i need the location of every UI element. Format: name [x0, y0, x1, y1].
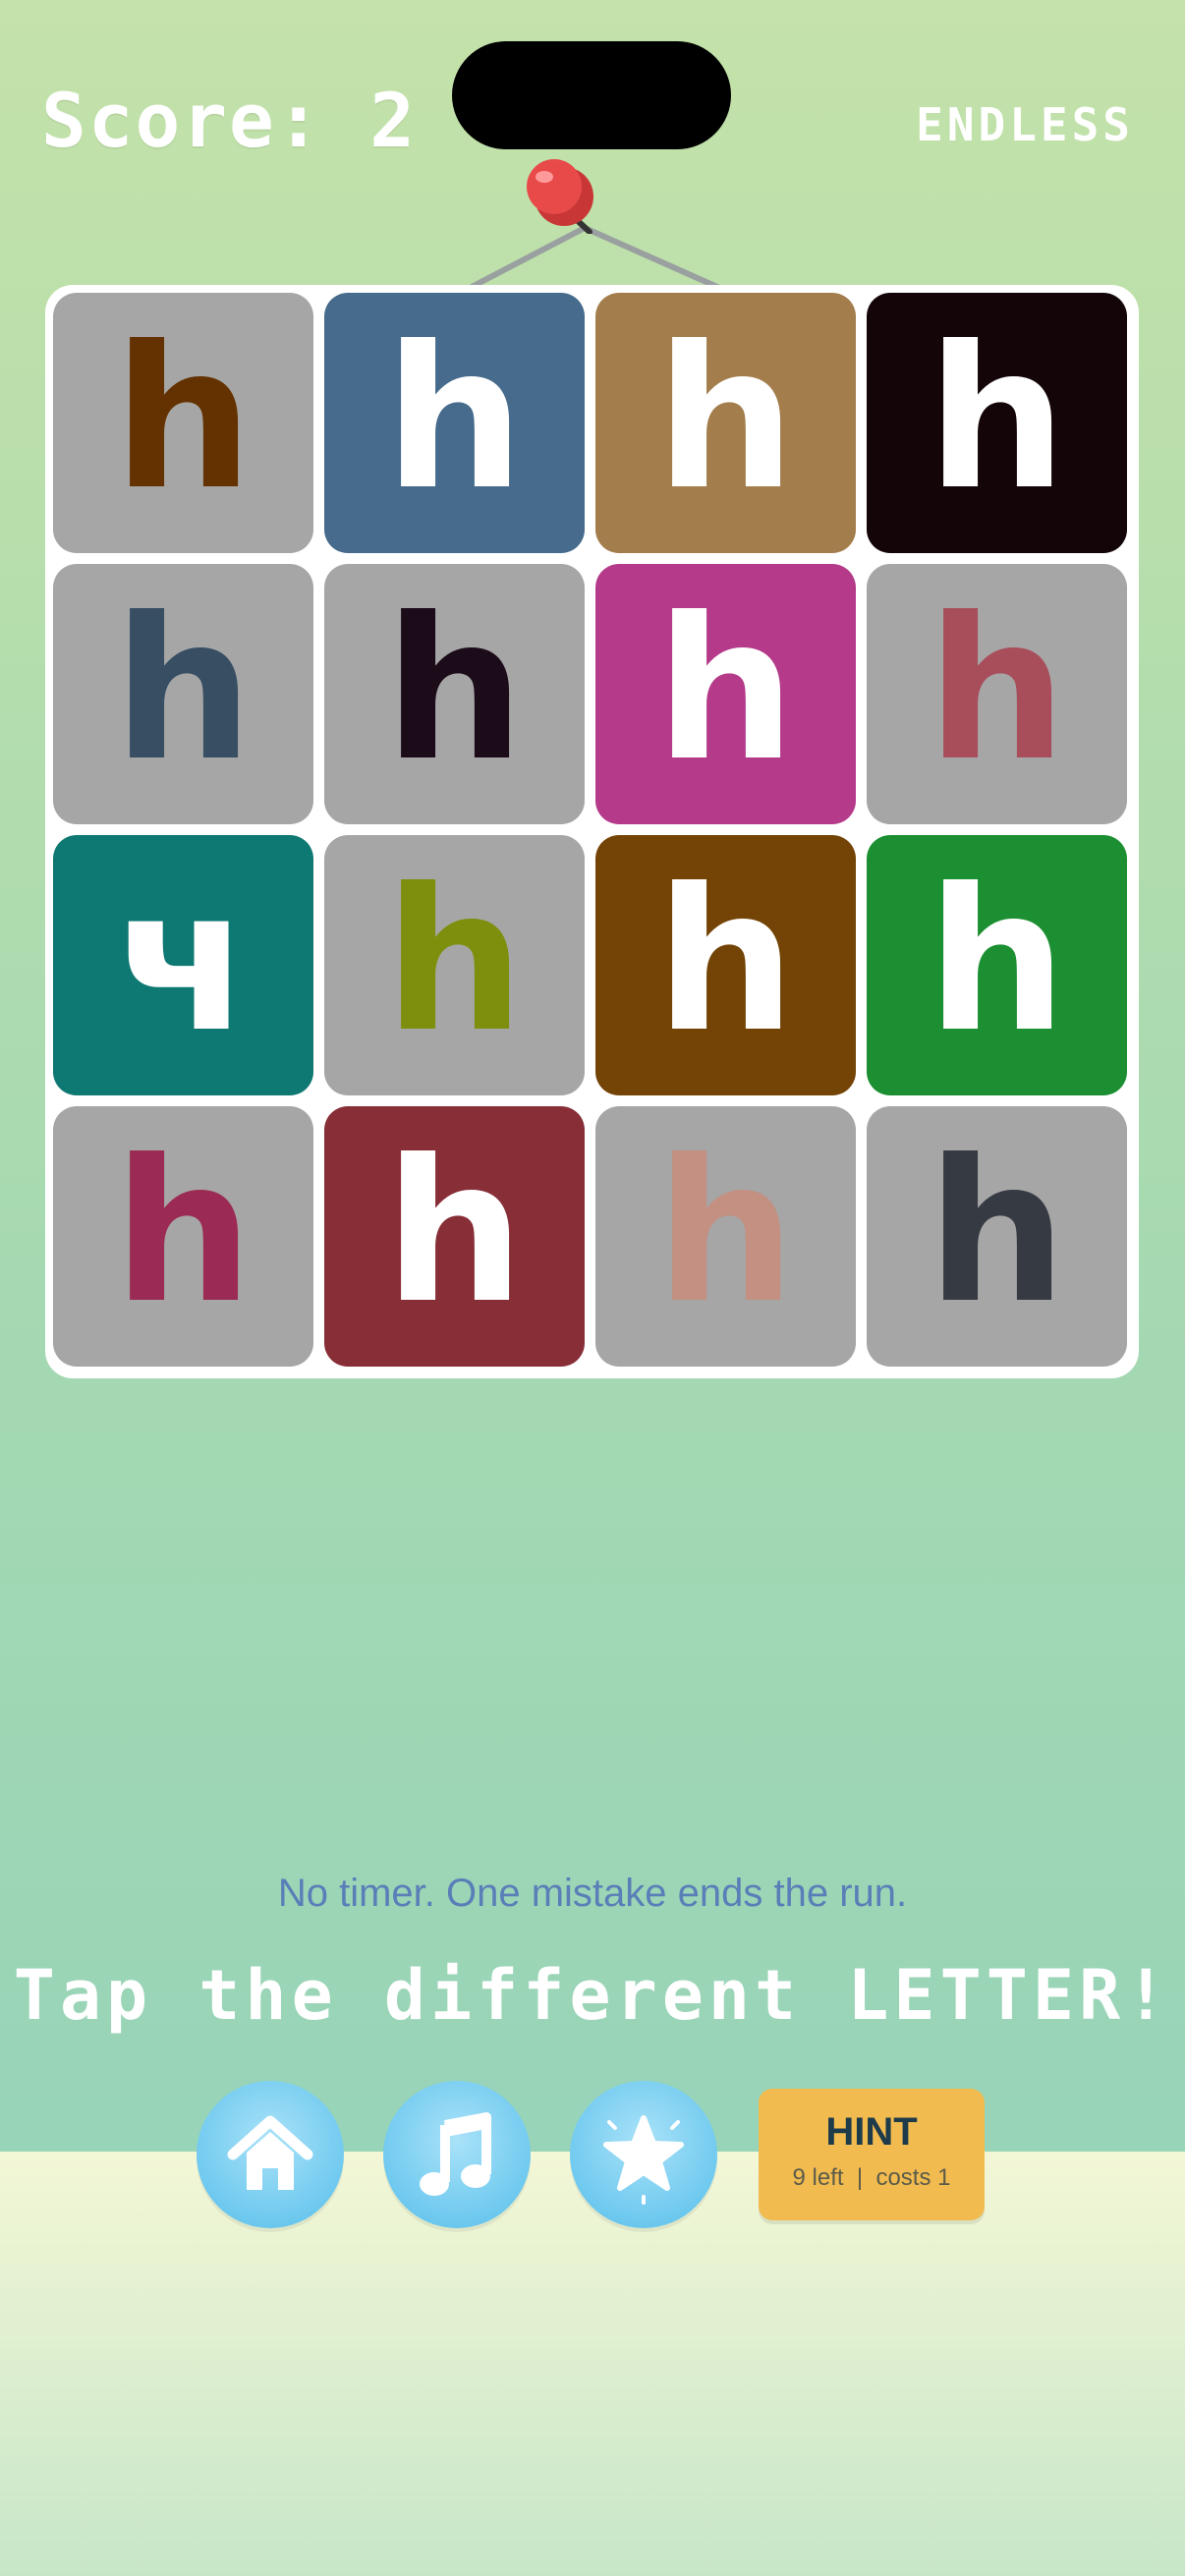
- tile-letter: h: [384, 304, 525, 533]
- prompt-text: Tap the different LETTER!: [13, 1955, 1172, 2036]
- tile-letter: h: [113, 1117, 254, 1347]
- tile-letter: h: [655, 1117, 796, 1347]
- letter-tile[interactable]: h: [324, 293, 585, 553]
- letter-tile[interactable]: h: [324, 835, 585, 1095]
- tile-letter: h: [384, 846, 525, 1076]
- score-label: Score: 2: [41, 77, 418, 164]
- hint-remaining: 9 left: [792, 2164, 844, 2191]
- tile-letter: h: [655, 575, 796, 805]
- letter-tile[interactable]: h: [595, 1106, 856, 1367]
- letter-tile[interactable]: h: [53, 564, 313, 824]
- mode-label: ENDLESS: [916, 98, 1134, 151]
- camera-notch: [452, 41, 731, 149]
- letter-tile[interactable]: h: [595, 293, 856, 553]
- tile-letter: h: [655, 304, 796, 533]
- letter-tile[interactable]: h: [595, 835, 856, 1095]
- music-button[interactable]: [383, 2081, 531, 2228]
- letter-tile[interactable]: h: [867, 1106, 1127, 1367]
- letter-tile[interactable]: h: [324, 564, 585, 824]
- pin-string: [469, 224, 720, 290]
- tile-letter: h: [655, 846, 796, 1076]
- letter-tile[interactable]: h: [867, 293, 1127, 553]
- rate-star-button[interactable]: [570, 2081, 717, 2228]
- home-button[interactable]: [197, 2081, 344, 2228]
- tile-letter: h: [927, 304, 1067, 533]
- home-icon: [227, 2115, 313, 2190]
- hint-details: 9 left | costs 1: [792, 2164, 951, 2191]
- tile-letter: h: [927, 575, 1067, 805]
- tile-letter: ч: [115, 846, 252, 1076]
- letter-tile[interactable]: h: [595, 564, 856, 824]
- letter-tile[interactable]: h: [53, 1106, 313, 1367]
- tile-letter: h: [113, 304, 254, 533]
- letter-tile[interactable]: h: [53, 293, 313, 553]
- pushpin-icon: [527, 159, 593, 234]
- letter-tile[interactable]: h: [324, 1106, 585, 1367]
- instruction-text: No timer. One mistake ends the run.: [277, 1872, 908, 1915]
- letter-tile[interactable]: ч: [53, 835, 313, 1095]
- letter-tile[interactable]: h: [867, 564, 1127, 824]
- letter-grid: hhhhhhhhчhhhhhhh: [45, 285, 1139, 1378]
- tile-letter: h: [927, 846, 1067, 1076]
- tile-letter: h: [384, 1117, 525, 1347]
- bottom-band: [0, 2152, 1185, 2576]
- hint-button[interactable]: HINT 9 left | costs 1: [759, 2089, 985, 2220]
- hint-cost: costs 1: [875, 2164, 951, 2191]
- hint-label: HINT: [825, 2110, 918, 2154]
- letter-tile[interactable]: h: [867, 835, 1127, 1095]
- tile-letter: h: [927, 1117, 1067, 1347]
- tile-letter: h: [113, 575, 254, 805]
- tile-letter: h: [384, 575, 525, 805]
- music-note-icon: [420, 2112, 491, 2196]
- star-icon: [603, 2115, 684, 2205]
